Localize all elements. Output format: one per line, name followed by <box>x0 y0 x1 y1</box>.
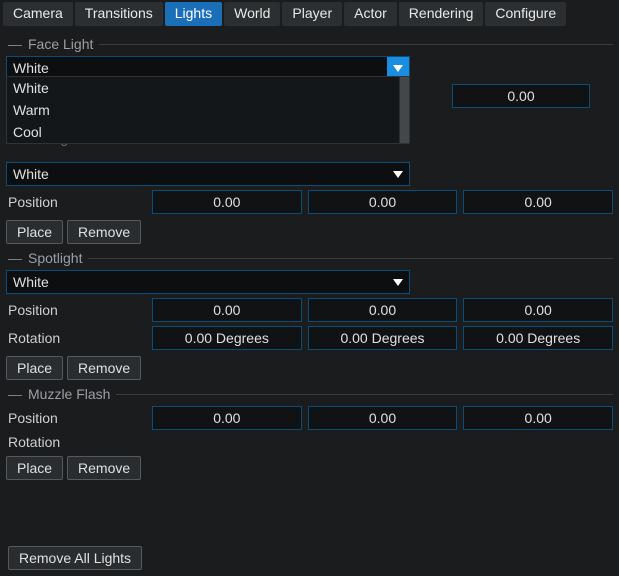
collapse-dash-icon: — <box>8 386 22 402</box>
spotlight-title: Spotlight <box>28 250 82 266</box>
option-white[interactable]: White <box>7 77 409 99</box>
collapse-dash-icon: — <box>8 250 22 266</box>
area-light-remove-button[interactable]: Remove <box>67 220 141 244</box>
spotlight-rotation-label: Rotation <box>6 330 146 346</box>
area-light-pos-y[interactable]: 0.00 <box>308 190 458 214</box>
spotlight-rot-y[interactable]: 0.00 Degrees <box>308 326 458 350</box>
area-light-color-value: White <box>13 166 49 182</box>
spotlight-rot-x[interactable]: 0.00 Degrees <box>152 326 302 350</box>
option-cool[interactable]: Cool <box>7 121 409 143</box>
spotlight-place-button[interactable]: Place <box>6 356 63 380</box>
divider <box>88 258 613 259</box>
muzzle-remove-button[interactable]: Remove <box>67 456 141 480</box>
tab-lights[interactable]: Lights <box>165 2 222 26</box>
chevron-down-icon <box>387 271 409 293</box>
tab-transitions[interactable]: Transitions <box>75 2 163 26</box>
muzzle-rotation-label: Rotation <box>6 434 146 450</box>
area-light-pos-z[interactable]: 0.00 <box>463 190 613 214</box>
area-light-place-button[interactable]: Place <box>6 220 63 244</box>
spotlight-pos-y[interactable]: 0.00 <box>308 298 458 322</box>
face-light-title: Face Light <box>28 36 93 52</box>
face-light-pos-z[interactable]: 0.00 <box>452 84 590 108</box>
collapse-dash-icon: — <box>8 36 22 52</box>
muzzle-place-button[interactable]: Place <box>6 456 63 480</box>
spotlight-color-select[interactable]: White <box>6 270 410 294</box>
spotlight-color-value: White <box>13 274 49 290</box>
chevron-down-icon <box>387 163 409 185</box>
spotlight-pos-x[interactable]: 0.00 <box>152 298 302 322</box>
spotlight-position-label: Position <box>6 302 146 318</box>
tab-rendering[interactable]: Rendering <box>399 2 484 26</box>
area-light-pos-x[interactable]: 0.00 <box>152 190 302 214</box>
face-light-color-options: White Warm Cool <box>6 76 410 144</box>
divider <box>116 394 613 395</box>
tab-configure[interactable]: Configure <box>485 2 566 26</box>
muzzle-header: — Muzzle Flash <box>6 386 613 402</box>
option-warm[interactable]: Warm <box>7 99 409 121</box>
lights-panel: — Face Light White n Remove Area Light 0… <box>0 26 619 480</box>
tab-player[interactable]: Player <box>282 2 342 26</box>
muzzle-title: Muzzle Flash <box>28 386 110 402</box>
muzzle-position-label: Position <box>6 410 146 426</box>
tab-actor[interactable]: Actor <box>344 2 397 26</box>
spotlight-rot-z[interactable]: 0.00 Degrees <box>463 326 613 350</box>
main-tabs: Camera Transitions Lights World Player A… <box>0 0 619 26</box>
muzzle-pos-x[interactable]: 0.00 <box>152 406 302 430</box>
spotlight-pos-z[interactable]: 0.00 <box>463 298 613 322</box>
tab-world[interactable]: World <box>224 2 280 26</box>
face-light-header: — Face Light <box>6 36 613 52</box>
divider <box>99 44 613 45</box>
scrollbar[interactable] <box>399 77 409 143</box>
spotlight-header: — Spotlight <box>6 250 613 266</box>
face-light-color-value: White <box>13 60 49 76</box>
area-light-position-label: Position <box>6 194 146 210</box>
spotlight-remove-button[interactable]: Remove <box>67 356 141 380</box>
muzzle-pos-y[interactable]: 0.00 <box>308 406 458 430</box>
tab-camera[interactable]: Camera <box>3 2 73 26</box>
muzzle-pos-z[interactable]: 0.00 <box>463 406 613 430</box>
remove-all-lights-button[interactable]: Remove All Lights <box>8 546 142 570</box>
area-light-color-select[interactable]: White <box>6 162 410 186</box>
